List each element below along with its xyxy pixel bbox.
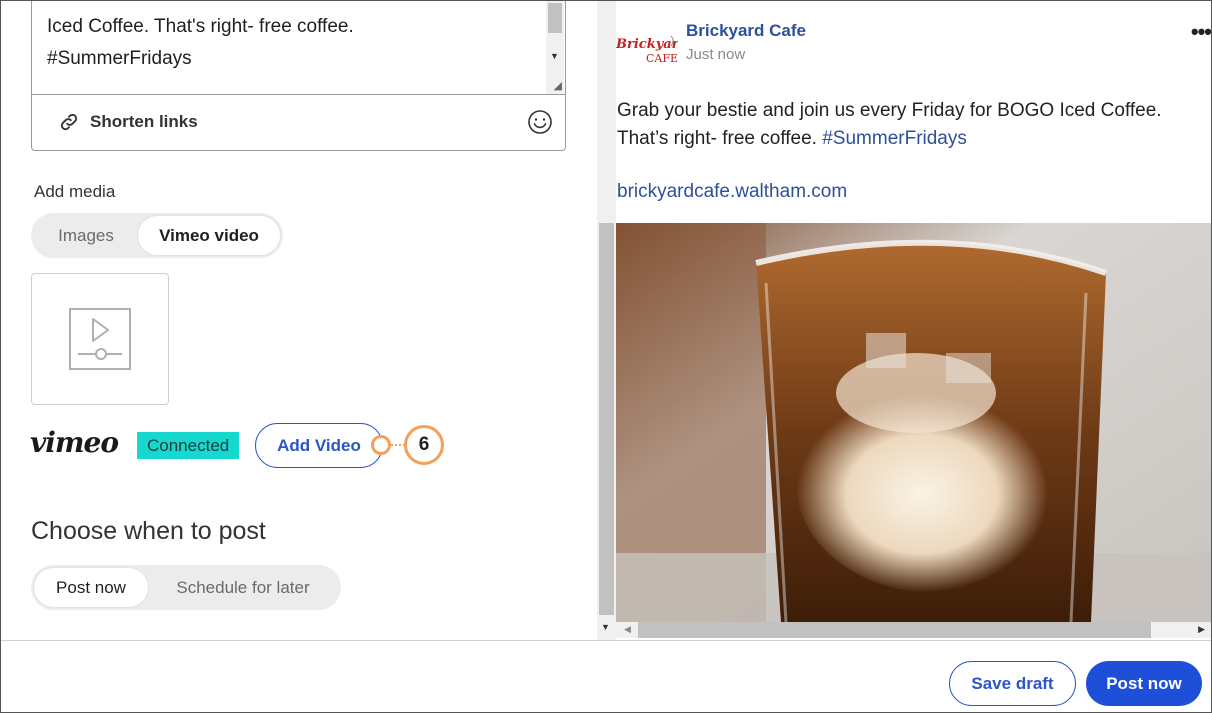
message-line: #SummerFridays xyxy=(47,48,192,69)
save-draft-button[interactable]: Save draft xyxy=(949,661,1076,706)
scroll-down-arrow-icon[interactable]: ▼ xyxy=(550,51,559,61)
media-type-toggle: Images Vimeo video xyxy=(31,213,283,258)
post-timing-toggle: Post now Schedule for later xyxy=(31,565,341,610)
preview-vertical-scrollbar[interactable]: ▼ xyxy=(597,1,616,640)
choose-when-title: Choose when to post xyxy=(31,517,266,545)
iced-coffee-photo xyxy=(616,223,1211,622)
textarea-divider xyxy=(32,94,565,95)
logo-text-bottom: CAFE xyxy=(646,52,678,65)
post-timestamp: Just now xyxy=(686,46,746,63)
message-line: Iced Coffee. That's right- free coffee. xyxy=(47,16,354,37)
composer-panel: Iced Coffee. That's right- free coffee. … xyxy=(1,1,597,640)
scroll-left-arrow-icon[interactable]: ◀ xyxy=(624,624,631,635)
shorten-links-label: Shorten links xyxy=(90,112,198,131)
brickyard-logo: Brickyard CAFE xyxy=(616,35,678,65)
vimeo-logo: vimeo xyxy=(30,426,119,459)
more-options-icon[interactable]: ••• xyxy=(1191,19,1211,45)
callout-anchor xyxy=(371,435,391,455)
option-post-now[interactable]: Post now xyxy=(34,568,148,607)
post-link[interactable]: brickyardcafe.waltham.com xyxy=(617,181,847,203)
scroll-down-arrow-icon[interactable]: ▼ xyxy=(601,622,610,632)
video-placeholder-icon xyxy=(69,308,131,370)
preview-scroll-thumb[interactable] xyxy=(599,223,614,615)
tab-images[interactable]: Images xyxy=(34,216,138,255)
page-name[interactable]: Brickyard Cafe xyxy=(686,21,806,41)
message-textarea[interactable]: Iced Coffee. That's right- free coffee. … xyxy=(31,1,566,151)
horizontal-scroll-thumb[interactable] xyxy=(638,622,1151,638)
post-body: Grab your bestie and join us every Frida… xyxy=(617,97,1211,153)
shorten-links-button[interactable]: Shorten links xyxy=(58,111,198,133)
connected-badge: Connected xyxy=(137,432,240,459)
logo-text-top: Brickyard xyxy=(616,37,678,52)
option-schedule-later[interactable]: Schedule for later xyxy=(148,568,338,607)
add-video-button[interactable]: Add Video xyxy=(255,423,383,468)
preview-horizontal-scrollbar[interactable]: ◀ ▶ xyxy=(616,622,1211,638)
add-media-label: Add media xyxy=(34,182,116,201)
message-text[interactable]: Iced Coffee. That's right- free coffee. … xyxy=(47,11,537,75)
post-hashtag[interactable]: #SummerFridays xyxy=(822,128,967,149)
scroll-right-arrow-icon[interactable]: ▶ xyxy=(1198,624,1205,635)
callout-connector xyxy=(391,444,405,446)
post-now-button[interactable]: Post now xyxy=(1086,661,1202,706)
resize-grip-icon[interactable]: ◢ xyxy=(554,79,562,92)
callout-step-number: 6 xyxy=(404,425,444,465)
post-preview: Brickyard CAFE Brickyard Cafe Just now •… xyxy=(616,1,1211,622)
smiley-icon[interactable] xyxy=(527,109,553,140)
video-placeholder[interactable] xyxy=(31,273,169,405)
tab-vimeo-video[interactable]: Vimeo video xyxy=(138,216,280,255)
textarea-scroll-thumb[interactable] xyxy=(548,3,562,33)
link-icon xyxy=(60,113,78,131)
post-composer-window: Iced Coffee. That's right- free coffee. … xyxy=(0,0,1212,713)
footer-actions: Save draft Post now xyxy=(1,640,1211,712)
